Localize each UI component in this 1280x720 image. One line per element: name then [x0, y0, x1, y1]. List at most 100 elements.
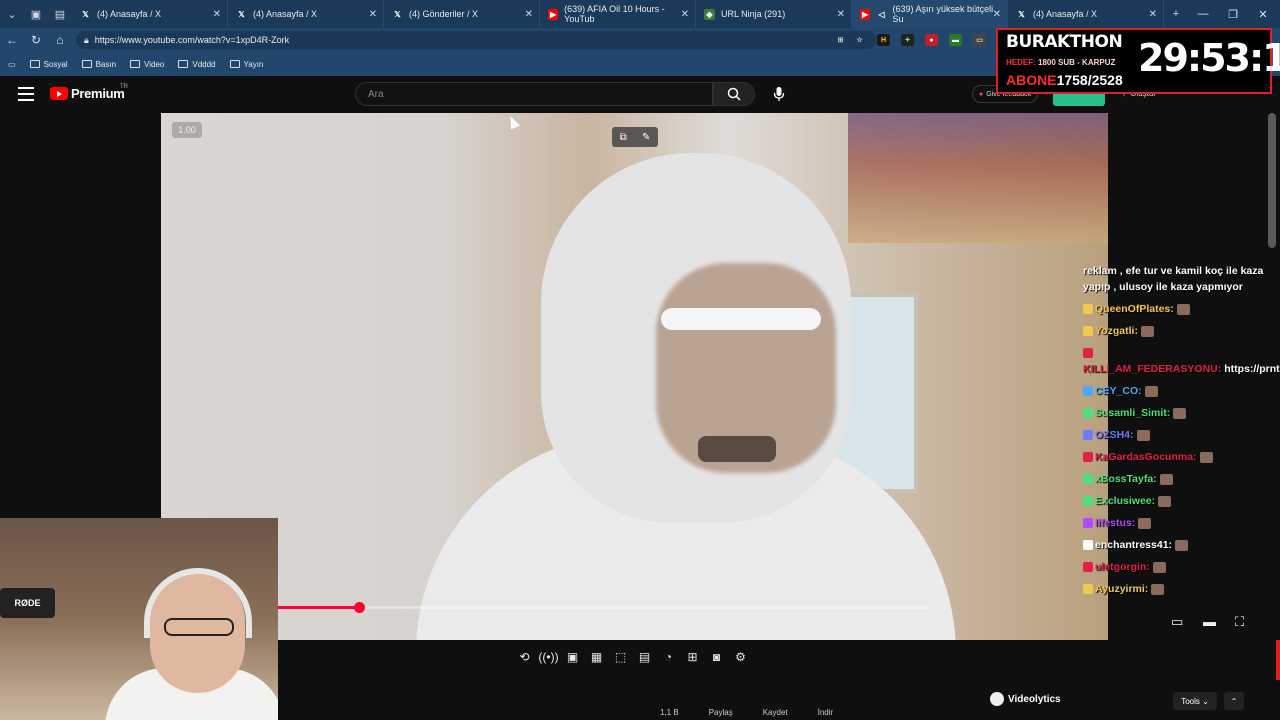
browser-tab[interactable]: 𝕏 (4) Anasayfa / X ✕ — [228, 0, 384, 28]
download-button[interactable]: İndir — [818, 708, 834, 717]
extension-icon[interactable]: ● — [925, 34, 938, 46]
screenshot-icon[interactable]: ◙ — [708, 648, 725, 665]
menu-icon[interactable] — [18, 87, 34, 101]
browser-tab[interactable]: 𝕏 (4) Gönderiler / X ✕ — [384, 0, 540, 28]
playback-speed-badge[interactable]: 1.00 — [172, 122, 202, 138]
chat-badge-icon — [1083, 348, 1093, 359]
home-icon[interactable]: ⌂ — [48, 28, 72, 52]
close-icon[interactable]: ✕ — [525, 9, 533, 20]
fullscreen-icon[interactable]: ⛶ — [1235, 614, 1244, 630]
close-icon[interactable]: ✕ — [213, 9, 221, 20]
note-icon[interactable]: ✎ — [642, 132, 650, 143]
favorite-star-icon[interactable]: ☆ — [853, 34, 866, 46]
goal-value: 1800 SUB - KARPUZ — [1038, 58, 1116, 67]
video-frame-mouth — [698, 436, 776, 462]
add-icon[interactable]: ⊞ — [684, 648, 701, 665]
miniplayer-icon[interactable]: ▭ — [1171, 614, 1183, 630]
page-scrollbar[interactable] — [1268, 113, 1276, 248]
subscriber-label: ABONE — [1006, 72, 1057, 88]
emote-icon — [1176, 303, 1190, 315]
countdown-timer: 29:53:11 — [1138, 36, 1280, 80]
apps-icon[interactable]: ⊞ — [834, 34, 847, 46]
theater-mode-icon[interactable]: ▬ — [1203, 614, 1216, 629]
tab-title: (4) Gönderiler / X — [409, 9, 479, 19]
webcam-glasses — [164, 618, 234, 636]
broadcast-icon[interactable]: ((•)) — [538, 648, 558, 665]
chat-username: Exclusiwee: — [1095, 495, 1156, 507]
close-icon[interactable]: ✕ — [1149, 9, 1157, 20]
vertical-tabs-icon[interactable]: ▤ — [48, 0, 72, 28]
workspaces-icon[interactable]: ▣ — [24, 0, 48, 28]
reading-list-icon[interactable]: ▭ — [8, 60, 16, 69]
extension-icon[interactable]: ▬ — [949, 34, 962, 46]
share-button[interactable]: Paylaş — [709, 708, 733, 717]
browser-tab[interactable]: 𝕏 (4) Anasayfa / X ✕ — [1008, 0, 1164, 28]
chat-badge-icon — [1083, 386, 1093, 397]
theater-icon[interactable]: ▤ — [636, 648, 653, 665]
tab-title: (4) Anasayfa / X — [97, 9, 162, 19]
watch-later-icon[interactable]: ▣ — [564, 648, 581, 665]
emote-icon — [1199, 451, 1213, 463]
resize-icon[interactable]: ⬚ — [612, 648, 629, 665]
extension-icon[interactable]: ▭ — [973, 34, 986, 46]
search-button[interactable] — [713, 82, 755, 106]
window-close-icon[interactable]: ✕ — [1248, 0, 1278, 28]
browser-tab[interactable]: ◆ URL Ninja (291) ✕ — [696, 0, 852, 28]
speedometer-icon[interactable]: ◔ — [660, 648, 677, 665]
progress-bar[interactable] — [278, 602, 928, 613]
search-input[interactable]: Ara — [355, 82, 713, 106]
chat-text: https://prnt.sc/lkJ8UZnP35qJ — [1224, 363, 1280, 375]
feedback-icon: ● — [979, 90, 984, 98]
pip-icon[interactable]: ⧉ — [620, 132, 627, 143]
tab-title: URL Ninja (291) — [721, 9, 786, 19]
minimize-icon[interactable]: — — [1188, 0, 1218, 28]
chat-username: QueenOfPlates: — [1095, 303, 1174, 315]
reload-icon[interactable]: ↻ — [24, 28, 48, 52]
close-icon[interactable]: ✕ — [369, 9, 377, 20]
emote-icon — [1136, 429, 1150, 441]
close-icon[interactable]: ✕ — [837, 9, 845, 20]
browser-tab[interactable]: ▶ (639) AFIA Oil 10 Hours - YouTub ✕ — [540, 0, 696, 28]
bookmark-folder[interactable]: Vdddd — [178, 60, 216, 69]
emote-icon — [1144, 385, 1158, 397]
browser-tab-active[interactable]: ▶ ◁ (639) Aşırı yüksek bütçeli Su ✕ — [852, 0, 1008, 28]
chat-badge-icon — [1083, 430, 1093, 441]
chat-message: reklam , efe tur ve kamil koç ile kaza y… — [1083, 263, 1280, 295]
loop-icon[interactable]: ⟲ — [516, 648, 533, 665]
close-icon[interactable]: ✕ — [681, 9, 689, 20]
youtube-logo[interactable]: Premium — [50, 86, 125, 101]
tab-title: (639) AFIA Oil 10 Hours - YouTub — [564, 4, 665, 24]
region-code: TR — [120, 84, 128, 90]
collapse-icon[interactable]: ⌃ — [1224, 692, 1244, 710]
back-icon[interactable]: ← — [0, 28, 24, 52]
settings-icon[interactable]: ⚙ — [732, 648, 749, 665]
speaker-icon[interactable]: ◁ — [876, 9, 886, 20]
progress-played — [278, 606, 360, 609]
microphone-icon[interactable] — [770, 85, 788, 103]
emote-icon — [1175, 539, 1189, 551]
chat-username: Ayuzyirmi: — [1095, 583, 1149, 595]
extension-icon[interactable]: H — [877, 34, 890, 46]
bookmark-folder[interactable]: Basın — [81, 60, 116, 69]
bookmark-folder[interactable]: Yayın — [229, 60, 263, 69]
like-button[interactable]: 1,1 B — [660, 708, 679, 717]
tools-dropdown[interactable]: Tools ⌄ — [1173, 692, 1217, 710]
tab-list-icon[interactable]: ⌄ — [0, 0, 24, 28]
videolytics-label: Videolytics — [1008, 693, 1061, 705]
bookmark-folder[interactable]: Sosyal — [29, 60, 68, 69]
subscriber-line: ABONE1758/2528 — [1006, 72, 1123, 88]
extension-icon[interactable]: ✦ — [901, 34, 914, 46]
streamer-webcam: RØDE — [0, 518, 278, 720]
new-tab-icon[interactable]: + — [1164, 0, 1188, 28]
maximize-icon[interactable]: ❐ — [1218, 0, 1248, 28]
bookmark-folder[interactable]: Video — [130, 60, 164, 69]
chat-message: KaGardasGocunma: — [1083, 449, 1280, 465]
save-button[interactable]: Kaydet — [763, 708, 788, 717]
chat-message: OZSH4: — [1083, 427, 1280, 443]
url-field[interactable]: 🔒︎ https://www.youtube.com/watch?v=1xpD4… — [76, 31, 876, 49]
videolytics-panel[interactable]: Videolytics — [990, 692, 1061, 706]
close-icon[interactable]: ✕ — [993, 9, 1001, 20]
browser-tab[interactable]: 𝕏 (4) Anasayfa / X ✕ — [72, 0, 228, 28]
video-player[interactable] — [161, 113, 1108, 640]
clip-icon[interactable]: ▦ — [588, 648, 605, 665]
